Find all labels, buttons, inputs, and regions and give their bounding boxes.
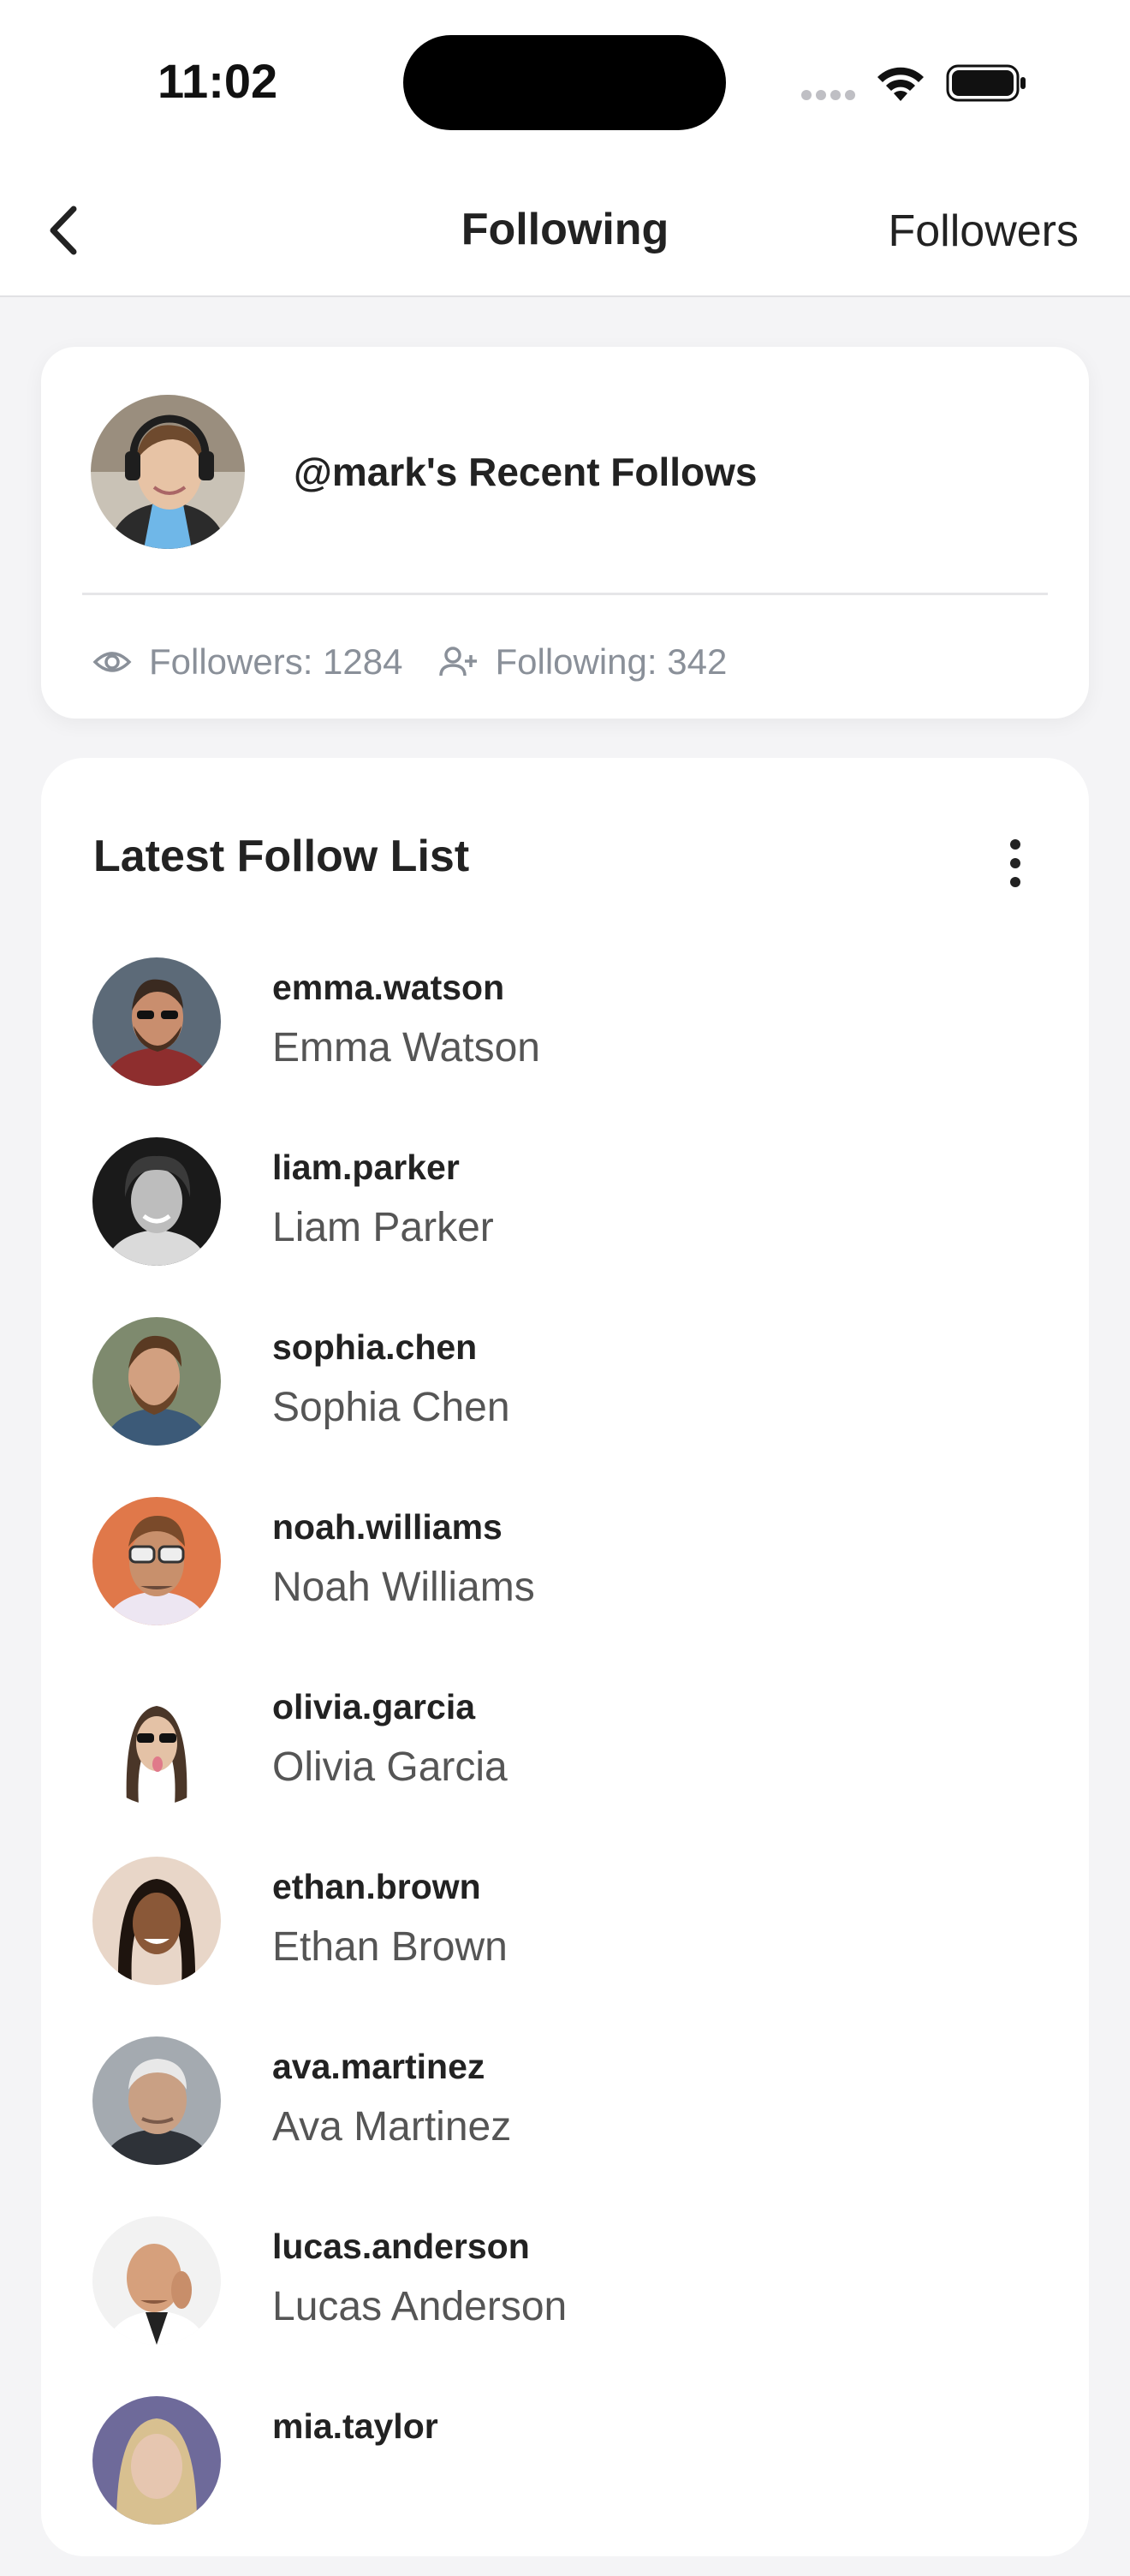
avatar: [92, 2396, 221, 2525]
status-time: 11:02: [158, 54, 278, 108]
item-username: sophia.chen: [272, 1327, 478, 1367]
item-display-name: Sophia Chen: [272, 1385, 510, 1430]
item-username: olivia.garcia: [272, 1687, 476, 1726]
following-stat: Following: 342: [438, 641, 727, 683]
avatar: [92, 1857, 221, 1985]
list-item[interactable]: lucas.anderson Lucas Anderson: [41, 2216, 1089, 2396]
profile-summary-card: @mark's Recent Follows Followers: 1284 F…: [41, 347, 1089, 719]
item-username: ethan.brown: [272, 1867, 481, 1906]
eye-icon: [92, 652, 132, 672]
avatar[interactable]: [91, 395, 245, 549]
item-username: ava.martinez: [272, 2047, 485, 2086]
list-item[interactable]: mia.taylor: [41, 2396, 1089, 2576]
item-display-name: Emma Watson: [272, 1025, 540, 1070]
item-display-name: Ava Martinez: [272, 2104, 512, 2150]
list-item[interactable]: sophia.chen Sophia Chen: [41, 1317, 1089, 1497]
avatar: [92, 1137, 221, 1266]
item-username: mia.taylor: [272, 2406, 438, 2446]
battery-icon: [946, 64, 1026, 102]
list-item[interactable]: noah.williams Noah Williams: [41, 1497, 1089, 1677]
avatar: [92, 1497, 221, 1625]
user-plus-icon: [439, 647, 478, 677]
avatar: [92, 1317, 221, 1446]
item-display-name: Olivia Garcia: [272, 1744, 508, 1790]
avatar: [92, 1677, 221, 1805]
cellular-signal-icon: [801, 89, 859, 104]
avatar: [92, 957, 221, 1086]
list-item[interactable]: ava.martinez Ava Martinez: [41, 2036, 1089, 2216]
avatar: [92, 2036, 221, 2165]
stats-row: Followers: 1284 Following: 342: [92, 636, 763, 688]
item-display-name: Lucas Anderson: [272, 2284, 568, 2329]
followers-count: Followers: 1284: [149, 641, 403, 682]
item-display-name: Noah Williams: [272, 1565, 535, 1610]
divider: [82, 593, 1048, 595]
avatar: [92, 2216, 221, 2345]
section-title: Latest Follow List: [93, 832, 470, 881]
item-username: liam.parker: [272, 1148, 460, 1187]
item-display-name: Liam Parker: [272, 1205, 494, 1250]
followers-stat: Followers: 1284: [92, 641, 402, 683]
list-item[interactable]: liam.parker Liam Parker: [41, 1137, 1089, 1317]
list-item[interactable]: ethan.brown Ethan Brown: [41, 1857, 1089, 2036]
item-username: emma.watson: [272, 968, 505, 1007]
item-username: lucas.anderson: [272, 2227, 530, 2266]
navigation-bar: Following Followers: [0, 163, 1130, 297]
status-bar: 11:02: [0, 0, 1130, 163]
followers-tab-link[interactable]: Followers: [889, 206, 1079, 257]
following-count: Following: 342: [495, 641, 728, 682]
dynamic-island: [403, 35, 726, 130]
list-item[interactable]: olivia.garcia Olivia Garcia: [41, 1677, 1089, 1857]
wifi-icon: [877, 67, 924, 101]
item-display-name: Ethan Brown: [272, 1924, 508, 1970]
profile-title: @mark's Recent Follows: [294, 450, 758, 494]
list-item[interactable]: emma.watson Emma Watson: [41, 957, 1089, 1137]
follow-list-card: Latest Follow List emma.watson Emma Wats…: [41, 758, 1089, 2556]
item-username: noah.williams: [272, 1507, 503, 1547]
more-vertical-icon[interactable]: [998, 833, 1032, 893]
